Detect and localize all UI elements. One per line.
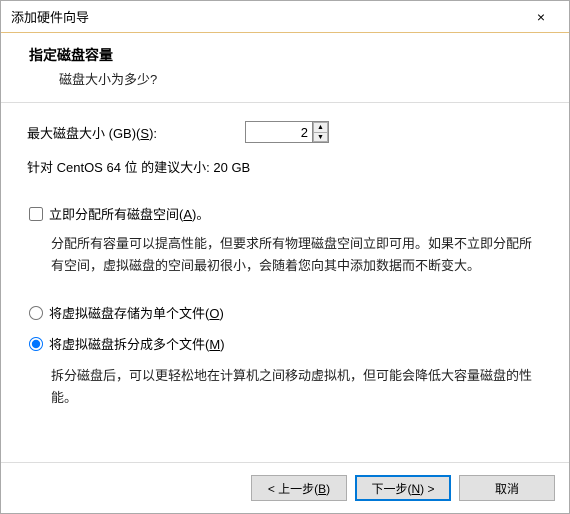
store-split-key: M	[209, 337, 220, 352]
disk-size-label-pre: 最大磁盘大小 (GB)(	[27, 126, 140, 141]
allocate-now-key: A	[183, 207, 192, 222]
next-post: ) >	[420, 482, 434, 496]
cancel-button[interactable]: 取消	[459, 475, 555, 501]
window-title: 添加硬件向导	[11, 7, 521, 26]
allocate-now-checkbox[interactable]	[29, 207, 43, 221]
allocate-now-pre: 立即分配所有磁盘空间(	[49, 207, 183, 222]
disk-size-label: 最大磁盘大小 (GB)(S):	[27, 123, 245, 142]
spinner-up-icon[interactable]: ▲	[313, 122, 328, 132]
store-split-radio[interactable]	[29, 337, 43, 351]
spinner-down-icon[interactable]: ▼	[313, 132, 328, 142]
allocate-now-post: )。	[192, 207, 209, 222]
next-button[interactable]: 下一步(N) >	[355, 475, 451, 501]
store-split-pre: 将虚拟磁盘拆分成多个文件(	[49, 337, 209, 352]
disk-size-input[interactable]	[246, 122, 312, 142]
titlebar: 添加硬件向导 ×	[1, 1, 569, 33]
store-single-row: 将虚拟磁盘存储为单个文件(O)	[29, 303, 543, 322]
wizard-content: 最大磁盘大小 (GB)(S): ▲ ▼ 针对 CentOS 64 位 的建议大小…	[1, 103, 569, 462]
header-title: 指定磁盘容量	[29, 45, 551, 65]
recommended-size: 针对 CentOS 64 位 的建议大小: 20 GB	[27, 157, 543, 176]
wizard-header: 指定磁盘容量 磁盘大小为多少?	[1, 33, 569, 103]
back-pre: < 上一步(	[268, 482, 318, 496]
disk-size-label-key: S	[140, 126, 149, 141]
store-split-desc: 拆分磁盘后，可以更轻松地在计算机之间移动虚拟机，但可能会降低大容量磁盘的性能。	[51, 365, 543, 409]
store-single-post: )	[219, 306, 223, 321]
wizard-window: 添加硬件向导 × 指定磁盘容量 磁盘大小为多少? 最大磁盘大小 (GB)(S):…	[0, 0, 570, 514]
store-single-key: O	[209, 306, 219, 321]
back-button[interactable]: < 上一步(B)	[251, 475, 347, 501]
close-icon[interactable]: ×	[521, 3, 561, 31]
store-split-post: )	[220, 337, 224, 352]
spinner-buttons: ▲ ▼	[312, 122, 328, 142]
store-single-pre: 将虚拟磁盘存储为单个文件(	[49, 306, 209, 321]
wizard-footer: < 上一步(B) 下一步(N) > 取消	[1, 462, 569, 513]
store-split-row: 将虚拟磁盘拆分成多个文件(M)	[29, 334, 543, 353]
allocate-now-label[interactable]: 立即分配所有磁盘空间(A)。	[49, 204, 209, 223]
store-single-label[interactable]: 将虚拟磁盘存储为单个文件(O)	[49, 303, 224, 322]
header-subtitle: 磁盘大小为多少?	[29, 69, 551, 88]
disk-size-row: 最大磁盘大小 (GB)(S): ▲ ▼	[27, 121, 543, 143]
disk-size-label-post: ):	[149, 126, 157, 141]
next-key: N	[411, 482, 420, 496]
back-key: B	[318, 482, 326, 496]
allocate-now-desc: 分配所有容量可以提高性能，但要求所有物理磁盘空间立即可用。如果不立即分配所有空间…	[51, 233, 543, 277]
back-post: )	[326, 482, 330, 496]
store-single-radio[interactable]	[29, 306, 43, 320]
allocate-now-row: 立即分配所有磁盘空间(A)。	[29, 204, 543, 223]
disk-size-spinner: ▲ ▼	[245, 121, 329, 143]
store-split-label[interactable]: 将虚拟磁盘拆分成多个文件(M)	[49, 334, 225, 353]
next-pre: 下一步(	[371, 482, 411, 496]
